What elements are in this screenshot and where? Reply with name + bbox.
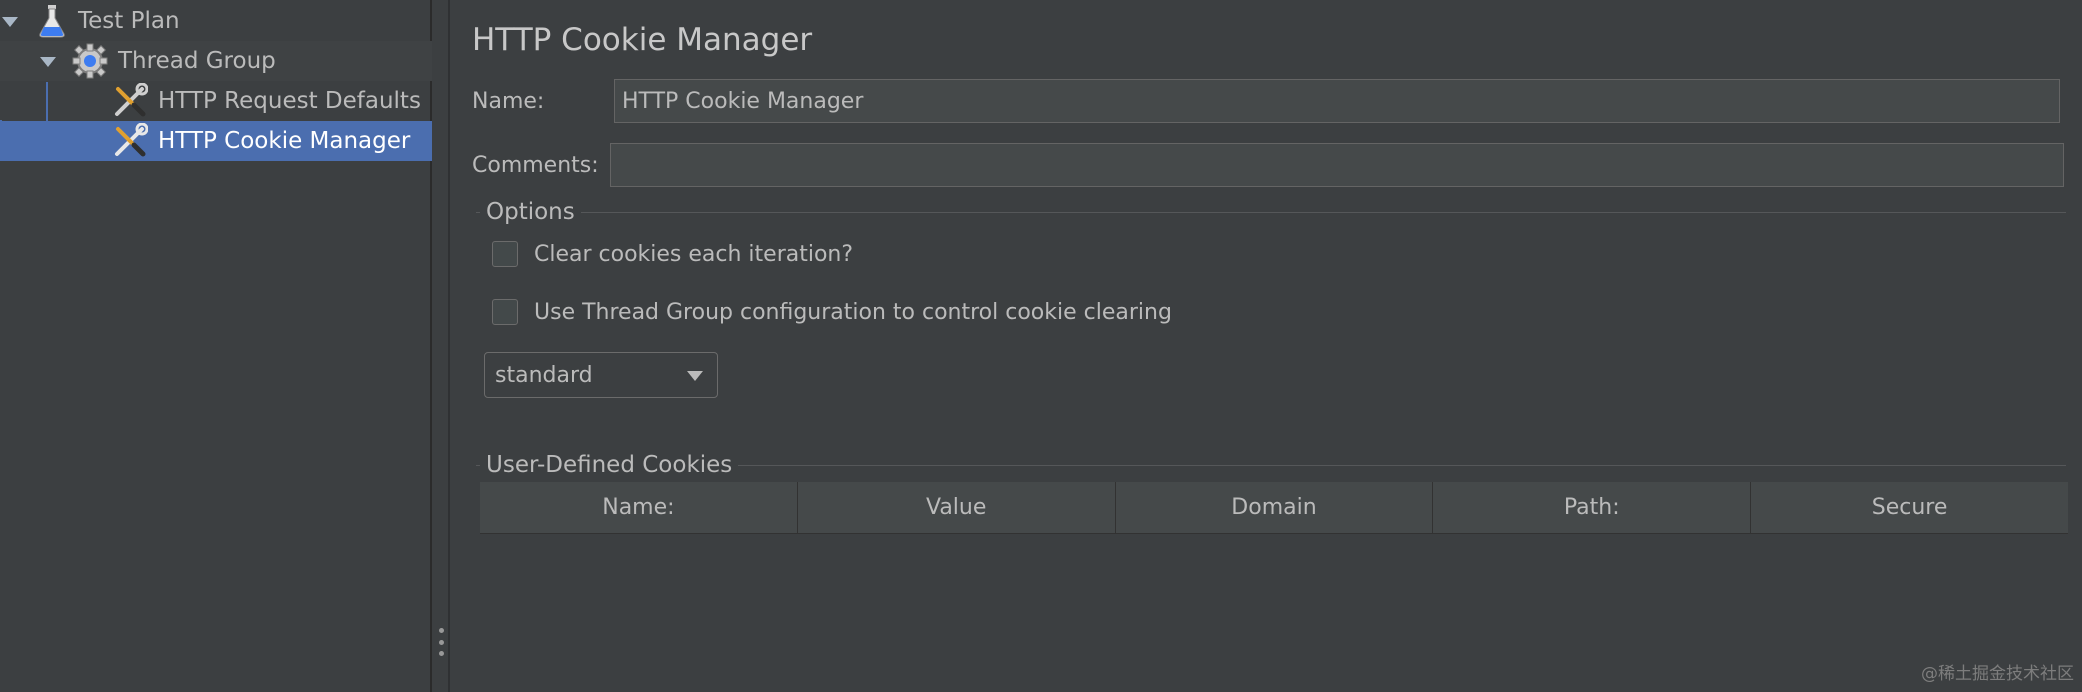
use-thread-group-option[interactable]: Use Thread Group configuration to contro… (492, 299, 1172, 325)
tree-item-http-request-defaults[interactable]: HTTP Request Defaults (0, 81, 432, 121)
comments-field[interactable] (610, 143, 2064, 187)
splitter-grip-icon[interactable] (439, 628, 445, 656)
cookies-table-header: Name: Value Domain Path: Secure (480, 482, 2068, 534)
column-header-path[interactable]: Path: (1433, 482, 1752, 533)
tree-item-label: Thread Group (118, 48, 276, 74)
chevron-down-icon (687, 371, 703, 381)
use-thread-group-checkbox[interactable] (492, 299, 518, 325)
jmeter-window: Test Plan Thread Group HTTP Request Defa… (0, 0, 2082, 692)
tree-item-label: HTTP Request Defaults (158, 88, 421, 114)
wrench-icon (115, 123, 148, 157)
page-title: HTTP Cookie Manager (472, 22, 813, 58)
watermark-text: @稀土掘金技术社区 (1921, 664, 2074, 684)
panel-splitter[interactable] (434, 0, 450, 692)
column-header-value[interactable]: Value (798, 482, 1116, 533)
clear-cookies-label: Clear cookies each iteration? (534, 241, 854, 267)
expand-toggle-icon[interactable] (40, 57, 56, 67)
tree-item-label: HTTP Cookie Manager (158, 128, 411, 154)
column-header-secure[interactable]: Secure (1751, 482, 2068, 533)
test-plan-tree: Test Plan Thread Group HTTP Request Defa… (0, 0, 432, 692)
clear-cookies-checkbox[interactable] (492, 241, 518, 267)
cookies-group-title: User-Defined Cookies (480, 452, 739, 478)
tree-item-http-cookie-manager[interactable]: HTTP Cookie Manager (0, 121, 432, 161)
comments-label: Comments: (472, 153, 599, 178)
name-field[interactable]: HTTP Cookie Manager (614, 79, 2060, 123)
cookie-manager-panel: HTTP Cookie Manager Name: HTTP Cookie Ma… (452, 0, 2082, 692)
clear-cookies-option[interactable]: Clear cookies each iteration? (492, 241, 853, 267)
wrench-icon (115, 83, 148, 117)
column-header-name[interactable]: Name: (480, 482, 798, 533)
cookie-policy-value: standard (495, 363, 593, 388)
name-label: Name: (472, 89, 545, 114)
tree-item-test-plan[interactable]: Test Plan (0, 1, 432, 41)
tree-item-thread-group[interactable]: Thread Group (0, 41, 432, 81)
tree-item-label: Test Plan (78, 8, 180, 34)
use-thread-group-label: Use Thread Group configuration to contro… (534, 299, 1172, 325)
cookie-policy-select[interactable]: standard (484, 352, 718, 398)
options-group-title: Options (480, 199, 581, 225)
gear-icon (72, 43, 108, 79)
flask-icon (39, 5, 65, 38)
options-divider (476, 212, 2066, 213)
column-header-domain[interactable]: Domain (1116, 482, 1434, 533)
expand-toggle-icon[interactable] (2, 17, 18, 27)
